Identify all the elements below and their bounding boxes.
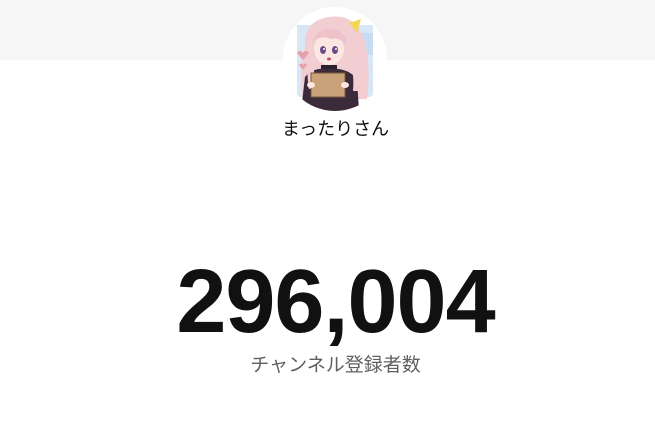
- channel-avatar[interactable]: [283, 7, 387, 111]
- anime-girl-avatar-icon: [283, 7, 387, 111]
- subscriber-count: 296,004: [176, 252, 495, 352]
- channel-name[interactable]: まったりさん: [0, 118, 655, 142]
- subscriber-count-label: チャンネル登録者数: [250, 354, 421, 376]
- subscriber-counter-page: まったりさん 296,004 チャンネル登録者数: [0, 0, 655, 437]
